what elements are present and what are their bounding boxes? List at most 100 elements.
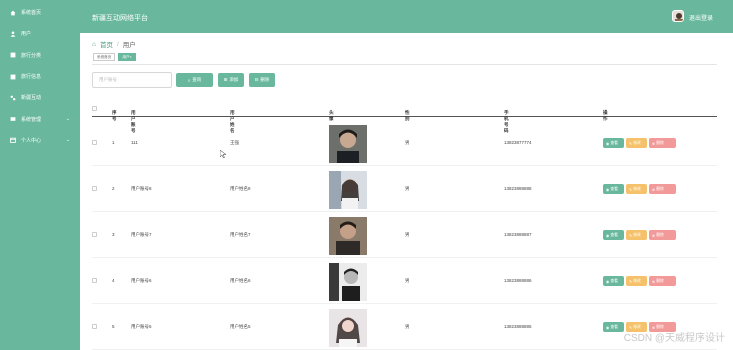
row-checkbox[interactable] [92, 324, 97, 329]
delete-button[interactable]: ⊗ 删除 [649, 184, 676, 194]
delete-button[interactable]: ⊗ 删除 [649, 276, 676, 286]
edit-button[interactable]: ✎ 修改 [626, 138, 647, 148]
cell-phone: 13823888885 [504, 324, 532, 329]
view-button-label: 查看 [610, 232, 618, 237]
cell-gender: 男 [405, 278, 410, 283]
cell-account: 用户账号5 [131, 324, 152, 329]
view-button-label: 查看 [610, 324, 618, 329]
edit-icon: ✎ [629, 279, 633, 284]
user-avatar[interactable] [672, 10, 684, 22]
table-row: 2 用户账号8 用户姓名8 男 13823888888 ◉ 查看 ✎ 修改 ⊗ 删除 [92, 166, 717, 212]
view-button[interactable]: ◉ 查看 [603, 230, 624, 240]
cell-phone: 13823888888 [504, 186, 532, 191]
sidebar-item-system-management[interactable]: 系统管理 ⌄ [0, 108, 80, 129]
cell-phone: 13823877774 [504, 140, 532, 145]
sidebar-item-profile[interactable]: 个人中心 ⌄ [0, 130, 80, 151]
cell-account: 用户账号6 [131, 278, 152, 283]
cell-name: 用户姓名7 [230, 232, 251, 237]
table-row: 4 用户账号6 用户姓名6 男 13823888886 ◉ 查看 ✎ 修改 ⊗ 删除 [92, 258, 717, 304]
cell-index: 2 [112, 186, 115, 191]
sidebar-item-home[interactable]: 系统首页 [0, 2, 80, 23]
breadcrumb-current: 用户 [122, 42, 136, 49]
edit-icon: ✎ [629, 187, 633, 192]
sidebar-item-label: 新疆互动 [21, 95, 42, 102]
home-icon [10, 10, 16, 16]
eye-icon: ◉ [606, 279, 610, 284]
row-actions: ◉ 查看 ✎ 修改 ⊗ 删除 [603, 184, 676, 194]
delete-button[interactable]: ⊗ 删除 [649, 138, 676, 148]
batch-delete-button[interactable]: ⊟ 删除 [249, 73, 275, 87]
cell-index: 1 [112, 140, 115, 145]
edit-icon: ✎ [629, 141, 633, 146]
edit-button-label: 修改 [633, 140, 641, 145]
cell-account: 111 [131, 140, 138, 145]
cell-name: 用户姓名6 [230, 278, 251, 283]
select-all-checkbox[interactable] [92, 106, 97, 111]
delete-icon: ⊟ [254, 77, 259, 82]
view-button[interactable]: ◉ 查看 [603, 276, 624, 286]
sidebar-item-interaction[interactable]: 新疆互动 [0, 87, 80, 108]
view-button[interactable]: ◉ 查看 [603, 322, 624, 332]
row-checkbox[interactable] [92, 278, 97, 283]
row-actions: ◉ 查看 ✎ 修改 ⊗ 删除 [603, 138, 676, 148]
eye-icon: ◉ [606, 325, 610, 330]
cell-index: 4 [112, 278, 115, 283]
logout-button[interactable]: 退出登录 [689, 13, 713, 22]
sidebar-item-travel-category[interactable]: 旅行分类 [0, 45, 80, 66]
chevron-down-icon: ⌄ [65, 116, 70, 123]
view-button[interactable]: ◉ 查看 [603, 138, 624, 148]
avatar-image [329, 263, 367, 301]
avatar-image [329, 125, 367, 163]
sidebar-item-user[interactable]: 用户 [0, 23, 80, 44]
cell-index: 3 [112, 232, 115, 237]
row-checkbox[interactable] [92, 186, 97, 191]
tab-home[interactable]: 系统首页 [93, 53, 116, 61]
cell-account: 用户账号7 [131, 232, 152, 237]
category-icon [10, 52, 16, 58]
chevron-down-icon: ⌄ [65, 137, 70, 144]
row-checkbox[interactable] [92, 140, 97, 145]
top-header: 新疆互动网络平台 退出登录 [80, 0, 733, 33]
row-checkbox[interactable] [92, 232, 97, 237]
tab-user[interactable]: 用户× [118, 53, 136, 61]
add-icon: ⊞ [223, 77, 228, 82]
delete-icon: ⊗ [652, 233, 656, 238]
cell-gender: 男 [405, 140, 410, 145]
edit-button[interactable]: ✎ 修改 [626, 230, 647, 240]
edit-button[interactable]: ✎ 修改 [626, 184, 647, 194]
add-button[interactable]: ⊞ 添加 [218, 73, 244, 87]
edit-button-label: 修改 [633, 186, 641, 191]
view-button-label: 查看 [610, 278, 618, 283]
delete-button[interactable]: ⊗ 删除 [649, 230, 676, 240]
view-button[interactable]: ◉ 查看 [603, 184, 624, 194]
delete-button-label: 删除 [656, 232, 664, 237]
sort-icon: ⇕ [133, 110, 137, 115]
settings-icon [10, 116, 16, 122]
eye-icon: ◉ [606, 187, 610, 192]
search-button-label: 查询 [192, 77, 202, 82]
delete-button-label: 删除 [656, 186, 664, 191]
sort-icon: ⇕ [407, 110, 411, 115]
cell-name: 用户姓名5 [230, 324, 251, 329]
app-title: 新疆互动网络平台 [92, 15, 148, 22]
user-icon [10, 31, 16, 37]
sort-icon: ⇕ [232, 110, 236, 115]
breadcrumb-home[interactable]: 首页 [100, 39, 113, 49]
search-button[interactable]: ⌕ 查询 [176, 73, 213, 87]
add-button-label: 添加 [229, 77, 239, 82]
row-actions: ◉ 查看 ✎ 修改 ⊗ 删除 [603, 276, 676, 286]
cell-account: 用户账号8 [131, 186, 152, 191]
cell-index: 5 [112, 324, 115, 329]
sort-icon: ⇕ [506, 110, 510, 115]
delete-button-label: 删除 [656, 278, 664, 283]
profile-icon [10, 137, 16, 144]
breadcrumb-separator: / [116, 40, 119, 48]
cell-gender: 男 [405, 324, 410, 329]
sidebar-item-travel-info[interactable]: 旅行信息 [0, 66, 80, 87]
eye-icon: ◉ [606, 233, 610, 238]
info-icon [10, 74, 16, 80]
edit-button[interactable]: ✎ 修改 [626, 276, 647, 286]
delete-button-label: 删除 [656, 140, 664, 145]
search-input[interactable]: 用户账号 [92, 72, 172, 88]
table-header: 序号 用户账号 ⇕ 用户姓名 ⇕ 头像 ⇕ 性别 ⇕ 手机号码 ⇕ 操作 [92, 102, 717, 133]
